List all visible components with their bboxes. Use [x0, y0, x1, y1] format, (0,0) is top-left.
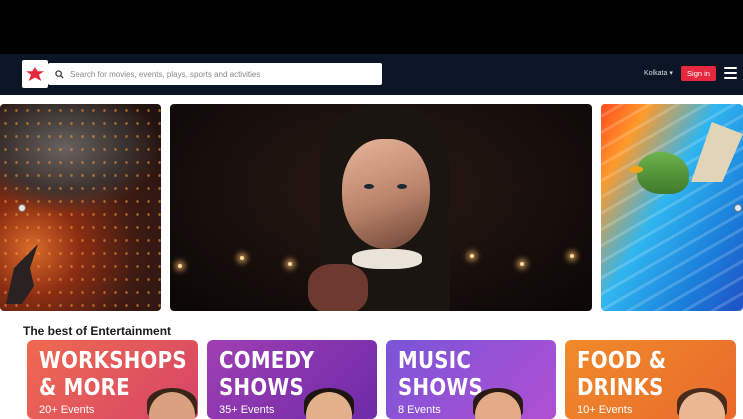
top-black-bar: [0, 0, 743, 54]
hamburger-menu-icon[interactable]: [724, 67, 737, 79]
search-icon: [48, 69, 70, 79]
site-logo[interactable]: [22, 60, 48, 88]
event-count: 20+ Events: [39, 404, 95, 416]
search-bar[interactable]: [48, 63, 382, 85]
duck-character: [637, 152, 689, 194]
category-card-food[interactable]: FOOD & DRINKS 10+ Events: [565, 340, 736, 419]
event-count: 10+ Events: [577, 404, 633, 416]
category-card-workshops[interactable]: WORKSHOPS & MORE 20+ Events: [27, 340, 198, 419]
banner-slide-right[interactable]: [601, 104, 743, 311]
carousel-next-button[interactable]: [734, 204, 742, 212]
event-count: 8 Events: [398, 404, 441, 416]
category-card-comedy[interactable]: COMEDY SHOWS 35+ Events: [207, 340, 377, 419]
banner-slide-center[interactable]: [170, 104, 592, 311]
event-count: 35+ Events: [219, 404, 275, 416]
city-selector[interactable]: Kolkata ▾: [644, 69, 673, 77]
category-card-music[interactable]: MUSIC SHOWS 8 Events: [386, 340, 556, 419]
chevron-down-icon: ▾: [669, 70, 673, 77]
logo-mark-icon: [26, 67, 44, 81]
section-title: The best of Entertainment: [23, 324, 172, 338]
city-label: Kolkata: [644, 70, 668, 77]
carousel-prev-button[interactable]: [18, 204, 26, 212]
sign-in-button[interactable]: Sign in: [681, 66, 716, 81]
search-input[interactable]: [70, 69, 370, 79]
nun-face: [342, 139, 430, 249]
